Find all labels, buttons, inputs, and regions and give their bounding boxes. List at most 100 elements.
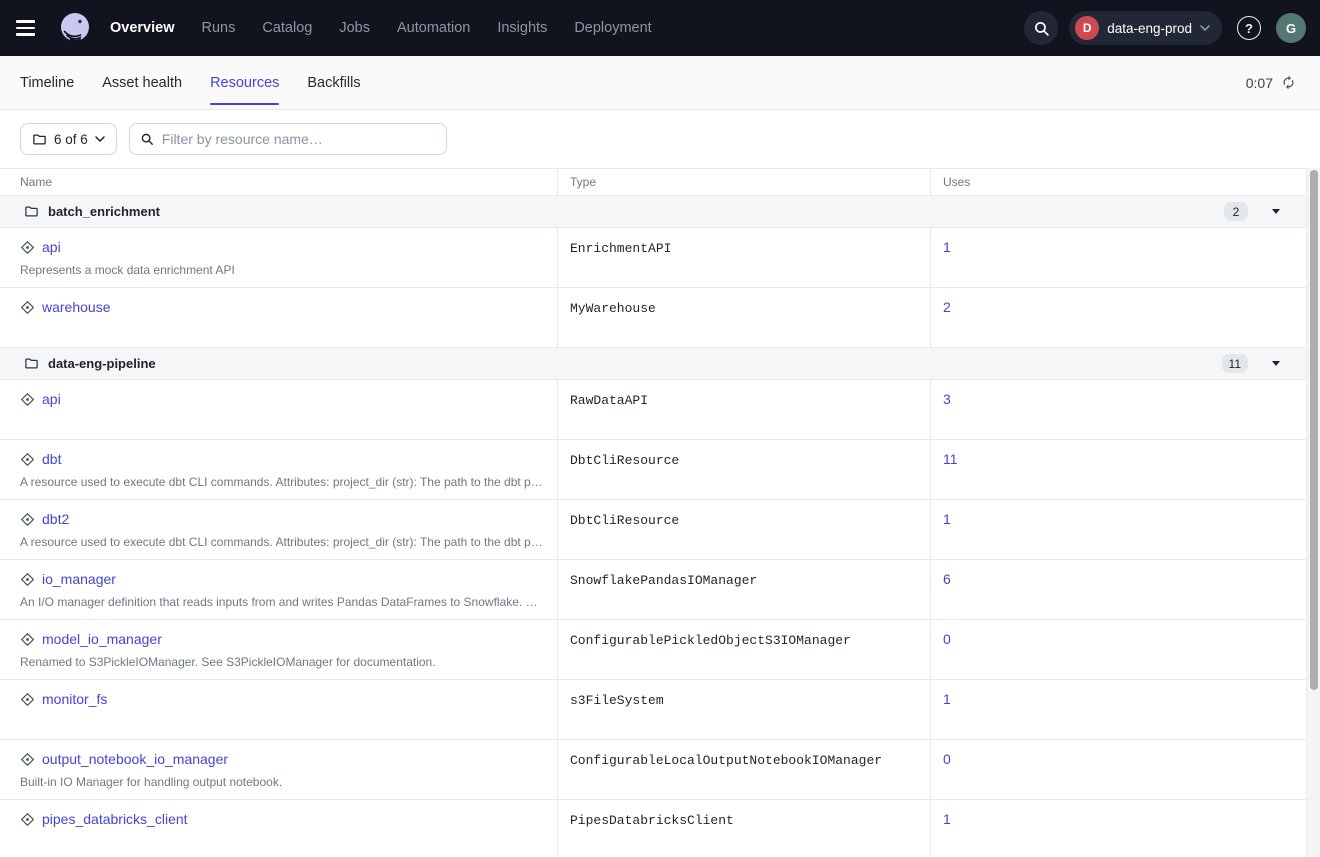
nav-item-deployment[interactable]: Deployment — [574, 20, 651, 36]
resource-row: api RawDataAPI 3 — [0, 380, 1306, 440]
table-header: Name Type Uses — [0, 168, 1306, 196]
name-cell: output_notebook_io_managerBuilt-in IO Ma… — [0, 740, 557, 799]
main-nav: Overview Runs Catalog Jobs Automation Insight… — [110, 20, 652, 36]
menu-icon[interactable] — [16, 14, 44, 42]
resource-row: monitor_fss3FileSystem1 — [0, 680, 1306, 740]
column-header-type: Type — [557, 169, 930, 195]
resource-group-row[interactable]: data-eng-pipeline11 — [0, 348, 1306, 380]
tab-timeline[interactable]: Timeline — [20, 56, 74, 109]
resource-name-link[interactable]: output_notebook_io_manager — [42, 751, 228, 767]
uses-count-link[interactable]: 0 — [943, 631, 951, 647]
resource-name-link[interactable]: api — [42, 239, 61, 255]
type-cell: SnowflakePandasIOManager — [557, 560, 930, 619]
workspace-name: data-eng-prod — [1107, 21, 1192, 36]
uses-cell: 3 — [930, 380, 1306, 439]
chevron-down-icon — [95, 136, 105, 142]
uses-cell: 1 — [930, 228, 1306, 287]
nav-item-overview[interactable]: Overview — [110, 20, 175, 36]
type-cell: DbtCliResource — [557, 500, 930, 559]
dagster-logo-icon[interactable] — [56, 9, 94, 47]
resource-icon — [20, 392, 35, 407]
name-cell: pipes_databricks_client — [0, 800, 557, 857]
resource-filter-input[interactable] — [162, 131, 436, 147]
resource-name-link[interactable]: api — [42, 391, 61, 407]
group-filter-button[interactable]: 6 of 6 — [20, 123, 117, 155]
caret-down-icon[interactable] — [1272, 361, 1280, 366]
uses-count-link[interactable]: 1 — [943, 691, 951, 707]
resources-table: Name Type Uses batch_enrichment2apiRepre… — [0, 168, 1306, 857]
resource-type: DbtCliResource — [570, 453, 679, 468]
resource-name-link[interactable]: dbt — [42, 451, 61, 467]
resource-description: Renamed to S3PickleIOManager. See S3Pick… — [20, 655, 545, 669]
column-header-uses: Uses — [930, 169, 1306, 195]
uses-cell: 1 — [930, 680, 1306, 739]
uses-count-link[interactable]: 2 — [943, 299, 951, 315]
resource-type: DbtCliResource — [570, 513, 679, 528]
search-icon[interactable] — [1024, 11, 1058, 45]
type-cell: RawDataAPI — [557, 380, 930, 439]
resource-group-row[interactable]: batch_enrichment2 — [0, 196, 1306, 228]
uses-count-link[interactable]: 1 — [943, 511, 951, 527]
type-cell: DbtCliResource — [557, 440, 930, 499]
name-cell: api — [0, 380, 557, 439]
resource-icon — [20, 752, 35, 767]
refresh-icon[interactable] — [1281, 75, 1296, 90]
tab-asset-health[interactable]: Asset health — [102, 56, 182, 109]
resource-name-link[interactable]: dbt2 — [42, 511, 69, 527]
uses-cell: 0 — [930, 740, 1306, 799]
folder-icon — [24, 204, 39, 219]
tab-resources[interactable]: Resources — [210, 56, 279, 109]
nav-item-runs[interactable]: Runs — [202, 20, 236, 36]
tab-backfills[interactable]: Backfills — [307, 56, 360, 109]
uses-count-link[interactable]: 1 — [943, 239, 951, 255]
uses-cell: 6 — [930, 560, 1306, 619]
uses-cell: 11 — [930, 440, 1306, 499]
resource-icon — [20, 692, 35, 707]
type-cell: MyWarehouse — [557, 288, 930, 347]
resource-name-link[interactable]: warehouse — [42, 299, 111, 315]
uses-count-link[interactable]: 0 — [943, 751, 951, 767]
group-name: batch_enrichment — [48, 204, 160, 219]
resource-name-link[interactable]: monitor_fs — [42, 691, 107, 707]
uses-count-link[interactable]: 6 — [943, 571, 951, 587]
group-name: data-eng-pipeline — [48, 356, 156, 371]
tabs: Timeline Asset health Resources Backfills — [20, 56, 361, 109]
workspace-switcher[interactable]: D data-eng-prod — [1069, 11, 1222, 45]
name-cell: model_io_manager Renamed to S3PickleIOMan… — [0, 620, 557, 679]
resource-icon — [20, 452, 35, 467]
name-cell: dbtA resource used to execute dbt CLI co… — [0, 440, 557, 499]
resource-description: Represents a mock data enrichment API — [20, 263, 545, 277]
chevron-down-icon — [1200, 25, 1210, 31]
name-cell: dbt2 A resource used to execute dbt CLI c… — [0, 500, 557, 559]
scrollbar-thumb[interactable] — [1310, 170, 1318, 690]
resource-type: RawDataAPI — [570, 393, 648, 408]
uses-cell: 1 — [930, 800, 1306, 857]
user-avatar[interactable]: G — [1276, 13, 1306, 43]
help-icon[interactable]: ? — [1237, 16, 1261, 40]
uses-count-link[interactable]: 3 — [943, 391, 951, 407]
resource-row: pipes_databricks_client PipesDatabricksCl… — [0, 800, 1306, 857]
group-filter-label: 6 of 6 — [54, 132, 88, 147]
caret-down-icon[interactable] — [1272, 209, 1280, 214]
resource-row: warehouse MyWarehouse 2 — [0, 288, 1306, 348]
resource-name-link[interactable]: io_manager — [42, 571, 116, 587]
uses-count-link[interactable]: 1 — [943, 811, 951, 827]
resource-row: dbtA resource used to execute dbt CLI co… — [0, 440, 1306, 500]
nav-item-catalog[interactable]: Catalog — [262, 20, 312, 36]
resource-row: model_io_manager Renamed to S3PickleIOMan… — [0, 620, 1306, 680]
resource-description: An I/O manager definition that reads inp… — [20, 595, 545, 609]
resource-row: api Represents a mock data enrichment API… — [0, 228, 1306, 288]
column-header-name: Name — [0, 169, 557, 195]
nav-item-jobs[interactable]: Jobs — [339, 20, 370, 36]
resource-name-link[interactable]: pipes_databricks_client — [42, 811, 188, 827]
resource-row: dbt2 A resource used to execute dbt CLI c… — [0, 500, 1306, 560]
resource-type: SnowflakePandasIOManager — [570, 573, 757, 588]
resource-description: A resource used to execute dbt CLI comma… — [20, 535, 545, 549]
nav-item-automation[interactable]: Automation — [397, 20, 470, 36]
uses-count-link[interactable]: 11 — [943, 451, 958, 467]
uses-cell: 2 — [930, 288, 1306, 347]
resource-name-link[interactable]: model_io_manager — [42, 631, 162, 647]
nav-item-insights[interactable]: Insights — [497, 20, 547, 36]
resource-type: EnrichmentAPI — [570, 241, 671, 256]
type-cell: PipesDatabricksClient — [557, 800, 930, 857]
